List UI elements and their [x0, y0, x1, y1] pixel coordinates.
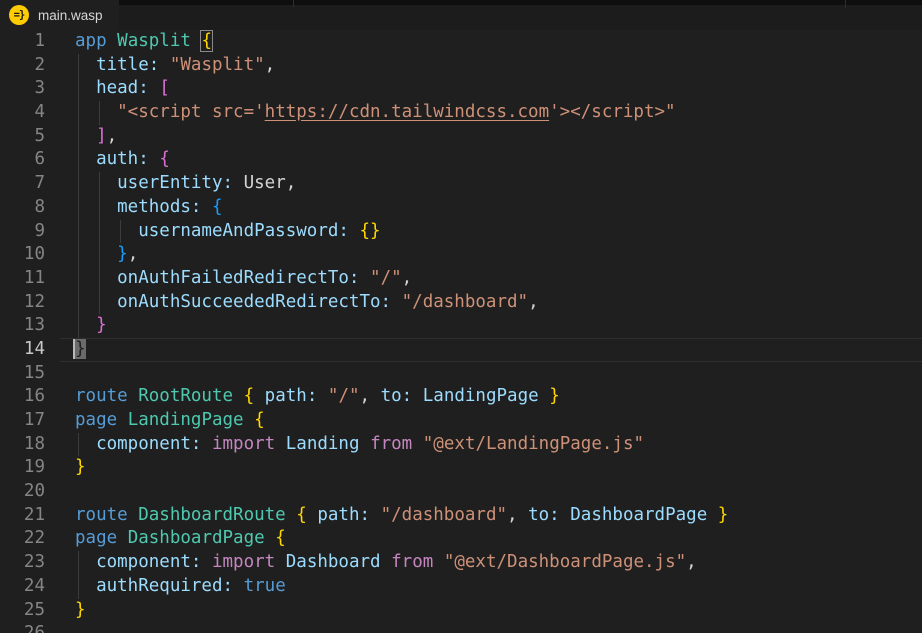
code-line[interactable]: 6 auth: {	[0, 148, 922, 172]
code-line[interactable]: 8 methods: {	[0, 196, 922, 220]
code-line-text: "<script src='https://cdn.tailwindcss.co…	[75, 101, 676, 125]
wasp-logo-icon: =}	[9, 5, 29, 25]
line-number[interactable]: 16	[0, 385, 45, 409]
code-line[interactable]: 23 component: import Dashboard from "@ex…	[0, 551, 922, 575]
code-line[interactable]: 14}	[0, 338, 922, 362]
line-number[interactable]: 14	[0, 338, 45, 362]
code-line[interactable]: 5 ],	[0, 125, 922, 149]
code-line-text: onAuthSucceededRedirectTo: "/dashboard",	[75, 291, 539, 315]
code-line[interactable]: 18 component: import Landing from "@ext/…	[0, 433, 922, 457]
code-line[interactable]: 17 page LandingPage {	[0, 409, 922, 433]
code-line[interactable]: 15	[0, 362, 922, 386]
line-number[interactable]: 24	[0, 575, 45, 599]
line-number[interactable]: 9	[0, 220, 45, 244]
code-line[interactable]: 12 onAuthSucceededRedirectTo: "/dashboar…	[0, 291, 922, 315]
cursor: }	[75, 339, 86, 359]
code-line-text: page DashboardPage {	[75, 527, 286, 551]
line-number[interactable]: 1	[0, 30, 45, 54]
line-number[interactable]: 4	[0, 101, 45, 125]
code-line-text: }	[75, 599, 86, 623]
code-line-text: }	[75, 456, 86, 480]
code-line[interactable]: 1 app Wasplit {	[0, 30, 922, 54]
code-line-text: }	[75, 338, 86, 362]
code-line[interactable]: 4 "<script src='https://cdn.tailwindcss.…	[0, 101, 922, 125]
tab-separator	[293, 0, 294, 7]
code-line-text: component: import Dashboard from "@ext/D…	[75, 551, 697, 575]
line-number[interactable]: 23	[0, 551, 45, 575]
code-line[interactable]: 13 }	[0, 314, 922, 338]
code-line-text: }	[75, 314, 107, 338]
code-line[interactable]: 19}	[0, 456, 922, 480]
code-line[interactable]: 24 authRequired: true	[0, 575, 922, 599]
line-number[interactable]: 20	[0, 480, 45, 504]
line-number[interactable]: 15	[0, 362, 45, 386]
code-line-text: component: import Landing from "@ext/Lan…	[75, 433, 644, 457]
code-line[interactable]: 20	[0, 480, 922, 504]
editor[interactable]: 1app Wasplit {2 title: "Wasplit",3 head:…	[0, 30, 922, 633]
code-line[interactable]: 10 },	[0, 243, 922, 267]
line-number[interactable]: 11	[0, 267, 45, 291]
tabbar-top-border	[112, 0, 922, 5]
line-number[interactable]: 5	[0, 125, 45, 149]
line-number[interactable]: 2	[0, 54, 45, 78]
line-number[interactable]: 8	[0, 196, 45, 220]
code-line-text: ],	[75, 125, 117, 149]
line-number[interactable]: 17	[0, 409, 45, 433]
vscode-window: =} main.wasp 1app Wasplit {2 title: "Was…	[0, 0, 922, 633]
line-number[interactable]: 26	[0, 622, 45, 633]
code-line[interactable]: 21 route DashboardRoute { path: "/dashboa…	[0, 504, 922, 528]
line-number[interactable]: 22	[0, 527, 45, 551]
code-line[interactable]: 26	[0, 622, 922, 633]
line-number[interactable]: 13	[0, 314, 45, 338]
code-line[interactable]: 11 onAuthFailedRedirectTo: "/",	[0, 267, 922, 291]
tab-bar: =} main.wasp	[0, 0, 922, 30]
code-line[interactable]: 16 route RootRoute { path: "/", to: Landi…	[0, 385, 922, 409]
code-line-text: head: [	[75, 77, 170, 101]
code-line-text: onAuthFailedRedirectTo: "/",	[75, 267, 412, 291]
code-line[interactable]: 22 page DashboardPage {	[0, 527, 922, 551]
line-number[interactable]: 12	[0, 291, 45, 315]
code-line-text: title: "Wasplit",	[75, 54, 275, 78]
code-line-text: userEntity: User,	[75, 172, 296, 196]
tab-separator	[845, 0, 846, 8]
line-number[interactable]: 10	[0, 243, 45, 267]
tab-main-wasp[interactable]: =} main.wasp	[0, 0, 119, 30]
code-line-text: auth: {	[75, 148, 170, 172]
code-line-text: route RootRoute { path: "/", to: Landing…	[75, 385, 560, 409]
code-line-text: page LandingPage {	[75, 409, 265, 433]
code-line[interactable]: 2 title: "Wasplit",	[0, 54, 922, 78]
line-number[interactable]: 25	[0, 599, 45, 623]
line-number[interactable]: 3	[0, 77, 45, 101]
line-number[interactable]: 7	[0, 172, 45, 196]
line-number[interactable]: 18	[0, 433, 45, 457]
code-line[interactable]: 25}	[0, 599, 922, 623]
code-line-text: methods: {	[75, 196, 223, 220]
line-number[interactable]: 21	[0, 504, 45, 528]
code-line-text: app Wasplit {	[75, 30, 212, 54]
code-line[interactable]: 3 head: [	[0, 77, 922, 101]
code-line-text: usernameAndPassword: {}	[75, 220, 381, 244]
tab-filename: main.wasp	[38, 8, 103, 23]
code-line[interactable]: 9 usernameAndPassword: {}	[0, 220, 922, 244]
line-number[interactable]: 19	[0, 456, 45, 480]
line-number[interactable]: 6	[0, 148, 45, 172]
code-line-text: },	[75, 243, 138, 267]
code-line[interactable]: 7 userEntity: User,	[0, 172, 922, 196]
code-line-text: route DashboardRoute { path: "/dashboard…	[75, 504, 728, 528]
code-line-text: authRequired: true	[75, 575, 286, 599]
